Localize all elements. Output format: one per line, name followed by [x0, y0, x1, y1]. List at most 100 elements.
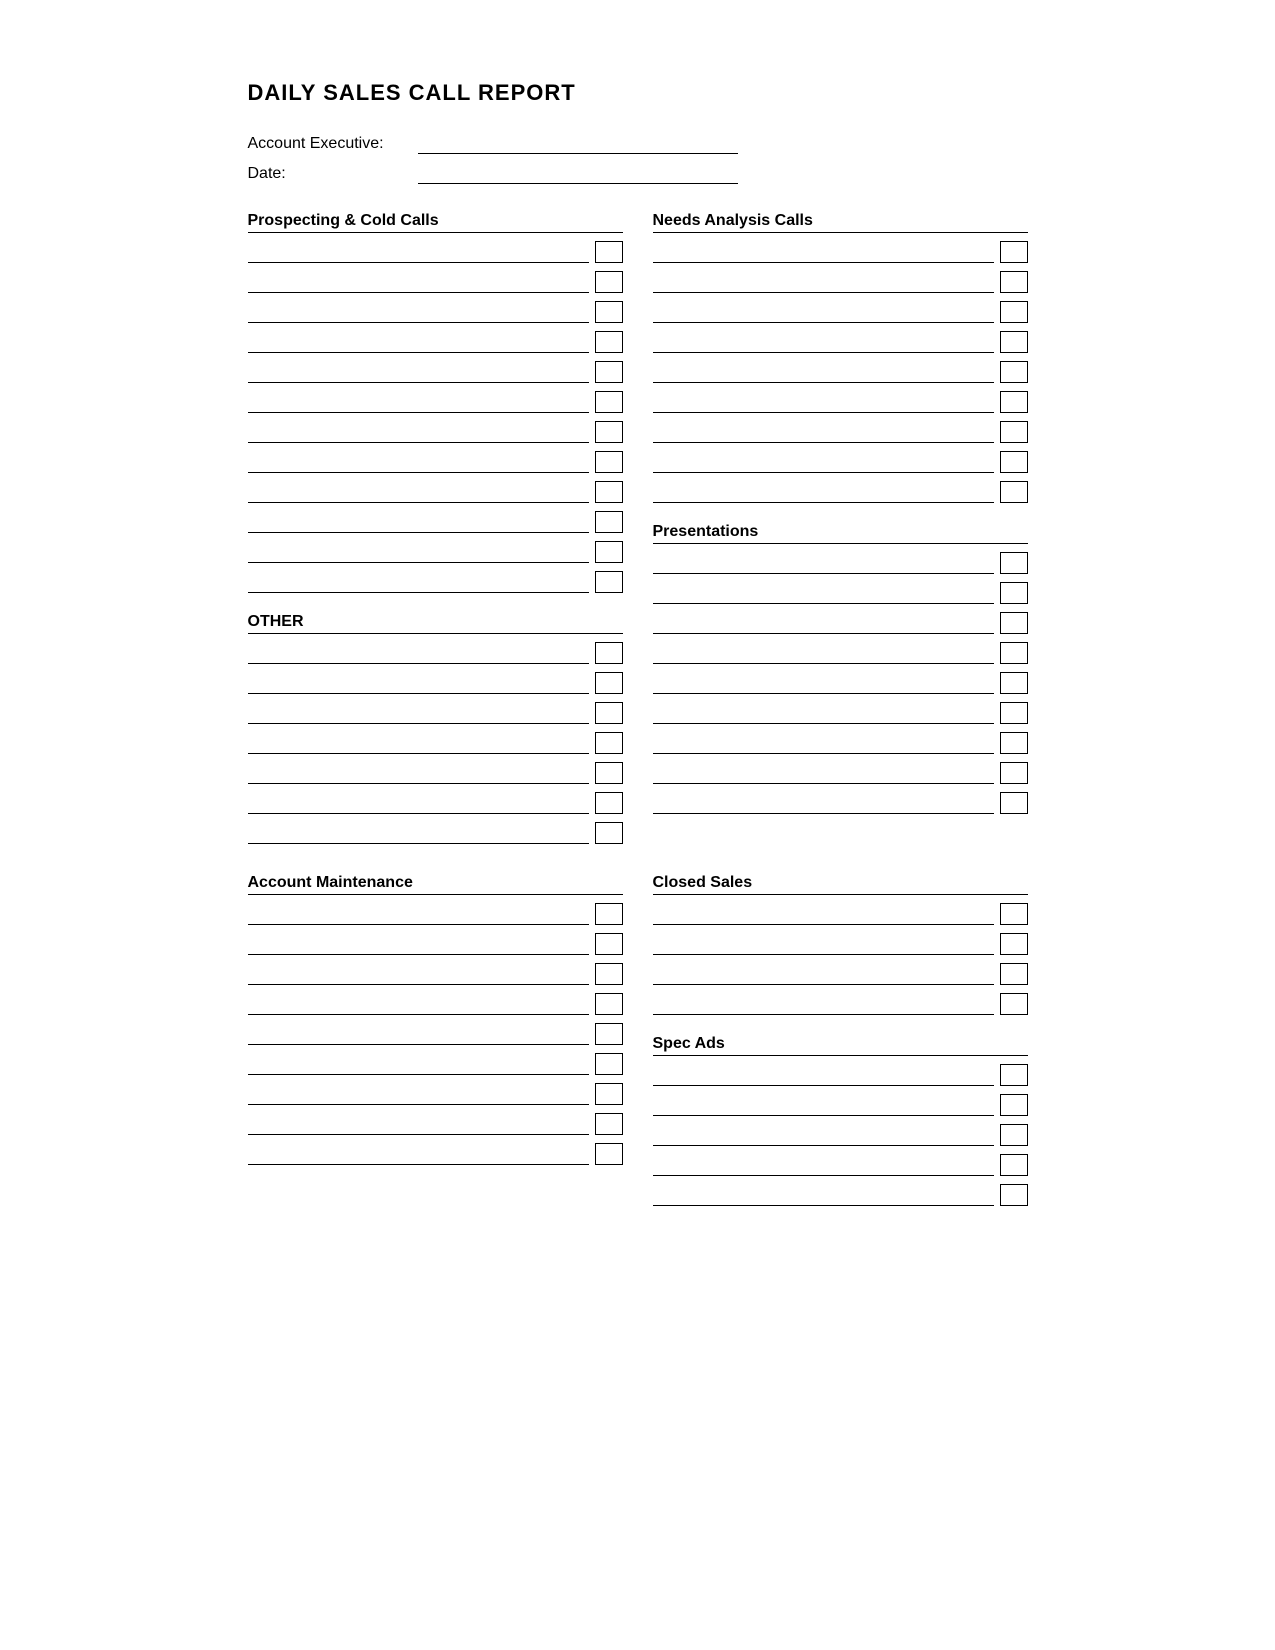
entry-box[interactable]: [595, 702, 623, 724]
entry-line[interactable]: [248, 792, 589, 814]
entry-box[interactable]: [595, 822, 623, 844]
entry-box[interactable]: [1000, 1124, 1028, 1146]
entry-box[interactable]: [595, 993, 623, 1015]
entry-line[interactable]: [653, 1184, 994, 1206]
entry-line[interactable]: [653, 391, 994, 413]
entry-box[interactable]: [1000, 421, 1028, 443]
entry-box[interactable]: [595, 792, 623, 814]
entry-box[interactable]: [595, 672, 623, 694]
entry-line[interactable]: [248, 361, 589, 383]
entry-box[interactable]: [595, 571, 623, 593]
entry-line[interactable]: [653, 642, 994, 664]
entry-box[interactable]: [595, 732, 623, 754]
entry-box[interactable]: [595, 331, 623, 353]
entry-box[interactable]: [595, 541, 623, 563]
entry-line[interactable]: [653, 421, 994, 443]
entry-line[interactable]: [248, 1083, 589, 1105]
entry-box[interactable]: [595, 1113, 623, 1135]
entry-box[interactable]: [595, 511, 623, 533]
entry-line[interactable]: [248, 481, 589, 503]
entry-box[interactable]: [1000, 391, 1028, 413]
entry-box[interactable]: [1000, 963, 1028, 985]
entry-line[interactable]: [653, 933, 994, 955]
entry-box[interactable]: [595, 391, 623, 413]
entry-box[interactable]: [1000, 672, 1028, 694]
entry-line[interactable]: [653, 552, 994, 574]
entry-box[interactable]: [1000, 642, 1028, 664]
entry-box[interactable]: [595, 1053, 623, 1075]
entry-box[interactable]: [1000, 481, 1028, 503]
entry-box[interactable]: [595, 361, 623, 383]
entry-box[interactable]: [1000, 732, 1028, 754]
entry-line[interactable]: [248, 241, 589, 263]
entry-line[interactable]: [653, 903, 994, 925]
entry-box[interactable]: [595, 1023, 623, 1045]
entry-box[interactable]: [1000, 1094, 1028, 1116]
entry-line[interactable]: [248, 672, 589, 694]
entry-line[interactable]: [248, 822, 589, 844]
entry-box[interactable]: [595, 1143, 623, 1165]
date-input[interactable]: [418, 164, 738, 184]
entry-box[interactable]: [595, 301, 623, 323]
entry-box[interactable]: [1000, 301, 1028, 323]
entry-line[interactable]: [248, 732, 589, 754]
entry-box[interactable]: [595, 271, 623, 293]
entry-box[interactable]: [1000, 1184, 1028, 1206]
account-executive-input[interactable]: [418, 134, 738, 154]
entry-line[interactable]: [248, 702, 589, 724]
entry-line[interactable]: [653, 361, 994, 383]
entry-line[interactable]: [653, 241, 994, 263]
entry-box[interactable]: [595, 421, 623, 443]
entry-box[interactable]: [1000, 582, 1028, 604]
entry-line[interactable]: [248, 642, 589, 664]
entry-line[interactable]: [248, 963, 589, 985]
entry-line[interactable]: [653, 582, 994, 604]
entry-line[interactable]: [653, 702, 994, 724]
entry-box[interactable]: [595, 903, 623, 925]
entry-box[interactable]: [595, 481, 623, 503]
entry-line[interactable]: [653, 963, 994, 985]
entry-line[interactable]: [248, 331, 589, 353]
entry-line[interactable]: [248, 1113, 589, 1135]
entry-box[interactable]: [1000, 1154, 1028, 1176]
entry-box[interactable]: [1000, 241, 1028, 263]
entry-box[interactable]: [595, 762, 623, 784]
entry-line[interactable]: [248, 1023, 589, 1045]
entry-box[interactable]: [1000, 792, 1028, 814]
entry-line[interactable]: [248, 391, 589, 413]
entry-line[interactable]: [248, 1053, 589, 1075]
entry-line[interactable]: [248, 421, 589, 443]
entry-box[interactable]: [1000, 361, 1028, 383]
entry-box[interactable]: [1000, 702, 1028, 724]
entry-box[interactable]: [1000, 271, 1028, 293]
entry-line[interactable]: [653, 1094, 994, 1116]
entry-line[interactable]: [248, 451, 589, 473]
entry-line[interactable]: [653, 301, 994, 323]
entry-line[interactable]: [653, 481, 994, 503]
entry-line[interactable]: [653, 451, 994, 473]
entry-box[interactable]: [1000, 552, 1028, 574]
entry-box[interactable]: [595, 1083, 623, 1105]
entry-box[interactable]: [1000, 933, 1028, 955]
entry-line[interactable]: [653, 762, 994, 784]
entry-box[interactable]: [595, 451, 623, 473]
entry-box[interactable]: [595, 963, 623, 985]
entry-line[interactable]: [248, 933, 589, 955]
entry-line[interactable]: [653, 1064, 994, 1086]
entry-line[interactable]: [653, 732, 994, 754]
entry-line[interactable]: [248, 541, 589, 563]
entry-box[interactable]: [1000, 331, 1028, 353]
entry-line[interactable]: [248, 993, 589, 1015]
entry-line[interactable]: [653, 792, 994, 814]
entry-line[interactable]: [653, 1124, 994, 1146]
entry-box[interactable]: [595, 241, 623, 263]
entry-line[interactable]: [248, 271, 589, 293]
entry-box[interactable]: [1000, 993, 1028, 1015]
entry-line[interactable]: [653, 993, 994, 1015]
entry-box[interactable]: [1000, 903, 1028, 925]
entry-line[interactable]: [248, 903, 589, 925]
entry-box[interactable]: [595, 642, 623, 664]
entry-line[interactable]: [653, 612, 994, 634]
entry-box[interactable]: [1000, 451, 1028, 473]
entry-line[interactable]: [653, 672, 994, 694]
